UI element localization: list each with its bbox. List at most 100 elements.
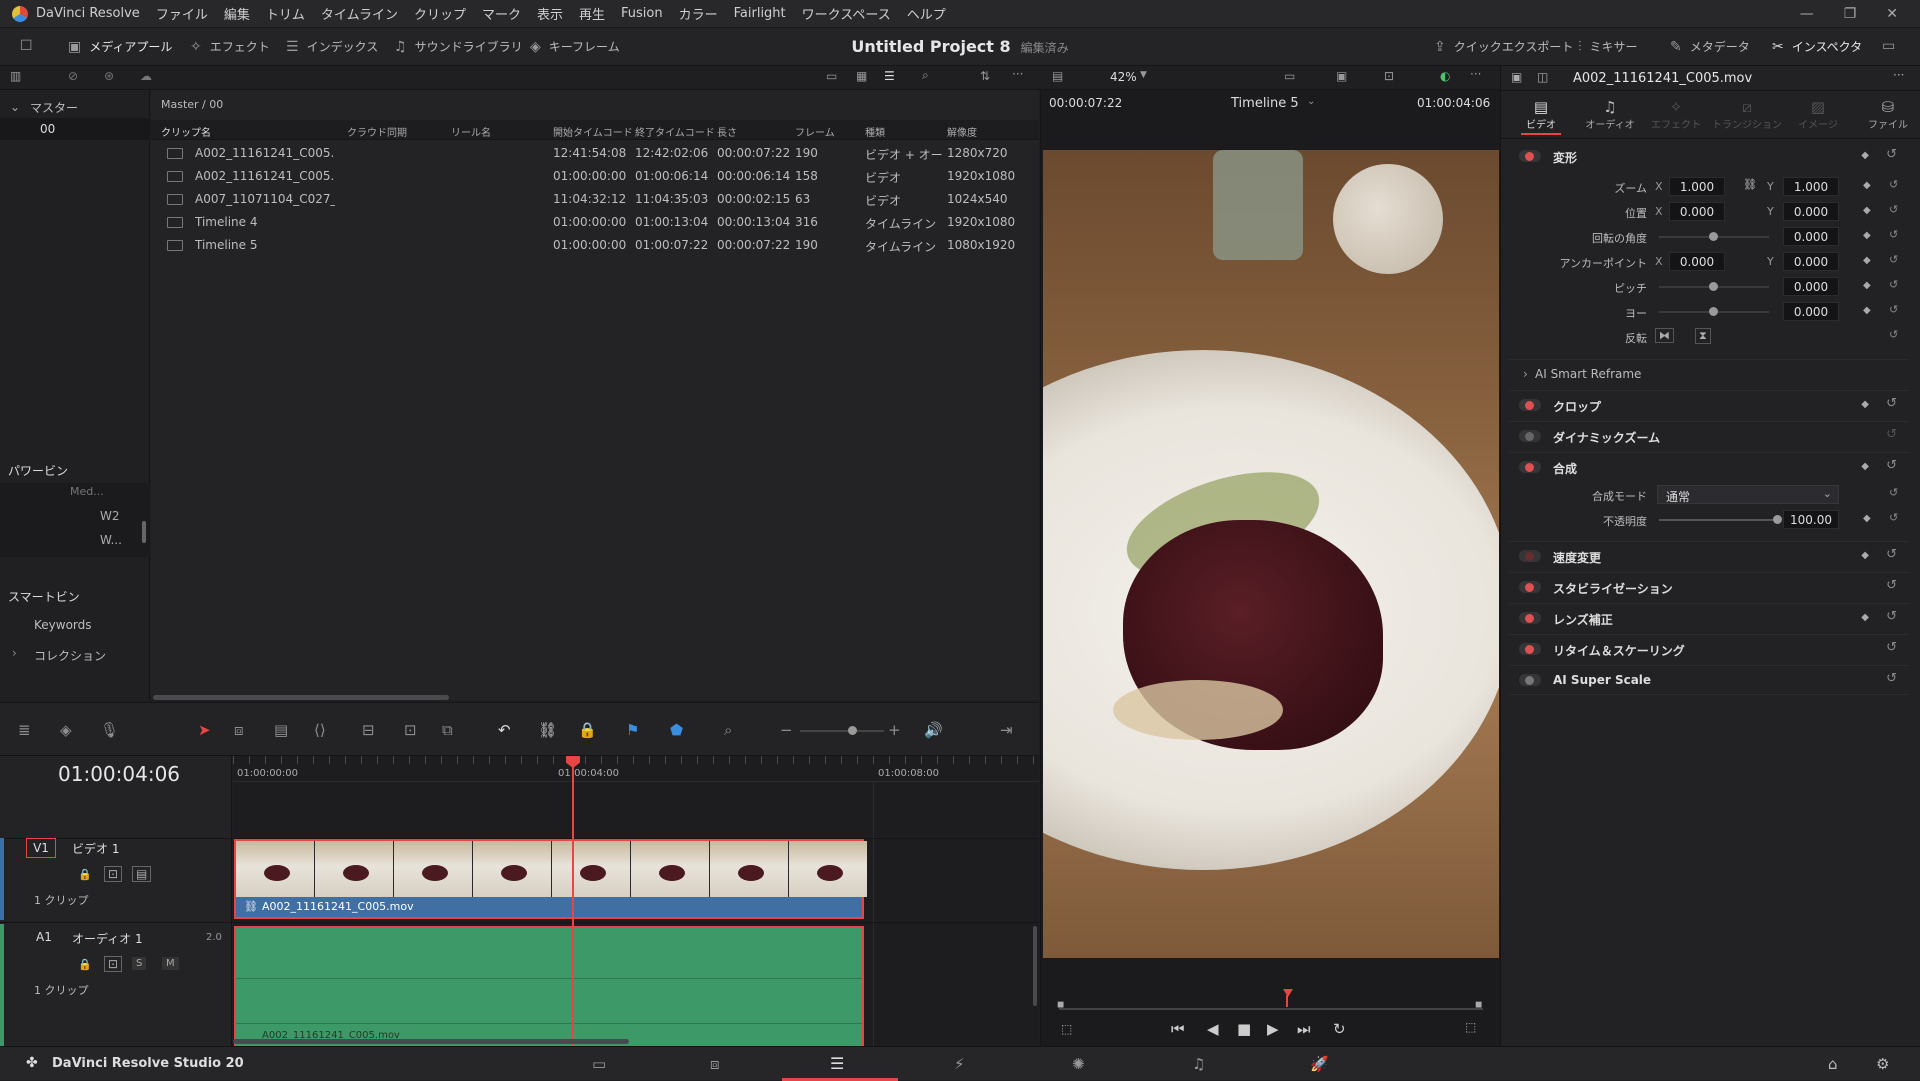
retime-scaling-section[interactable]: リタイム＆スケーリング ↺ [1509,634,1909,664]
crop-section[interactable]: クロップ ◆ ↺ [1509,390,1909,420]
auto-select-icon[interactable]: ⊡ [104,956,123,972]
ai-smart-reframe-section[interactable]: › AI Smart Reframe [1509,359,1909,389]
speed-change-section[interactable]: 速度変更 ◆ ↺ [1509,541,1909,571]
master-bin[interactable]: マスター [30,99,78,116]
keyframe-icon[interactable]: ◆ [1861,150,1869,161]
stabilization-section[interactable]: スタビライゼーション ↺ [1509,572,1909,602]
menu-fusion[interactable]: Fusion [613,6,671,21]
column-header[interactable]: 解像度 [947,124,977,139]
anchor-y-field[interactable]: 0.000 [1783,252,1839,271]
timeline-timecode[interactable]: 01:00:04:06 [58,762,180,786]
position-x-field[interactable]: 0.000 [1669,202,1725,221]
viewer-options-icon[interactable]: ⬚ [1061,1022,1072,1036]
column-header[interactable]: 開始タイムコード [553,124,633,139]
reset-icon[interactable]: ↺ [1886,458,1897,473]
play-icon[interactable]: ▶ [1267,1020,1279,1038]
reset-icon[interactable]: ↺ [1889,278,1898,291]
selection-tool-icon[interactable]: ➤ [198,721,211,739]
reset-icon[interactable]: ↺ [1886,671,1897,686]
skip-to-start-icon[interactable]: ⏮ [1171,1020,1185,1038]
video-frame[interactable] [1043,150,1499,958]
flip-horizontal-icon[interactable]: ⧓ [1655,328,1674,343]
zoom-y-field[interactable]: 1.000 [1783,177,1839,196]
reset-icon[interactable]: ↺ [1886,640,1897,655]
yaw-field[interactable]: 0.000 [1783,302,1839,321]
column-header[interactable]: クリップ名 [161,124,211,139]
menu-file[interactable]: ファイル [148,4,216,23]
vertical-scrollbar[interactable] [1033,926,1037,1006]
aspect-icon[interactable]: ▭ [1284,69,1295,83]
ai-super-scale-section[interactable]: AI Super Scale ↺ [1509,665,1909,695]
column-header[interactable]: クラウド同期 [347,124,407,139]
tab-image[interactable]: ▨ イメージ [1793,98,1843,131]
quick-export-button[interactable]: ⇪ クイックエクスポート [1434,38,1573,55]
overlay-icon[interactable]: ⊡ [1384,69,1394,83]
home-icon[interactable]: ⌂ [1828,1055,1838,1073]
playhead[interactable] [572,756,574,1046]
menu-help[interactable]: ヘルプ [899,4,954,23]
zoom-slider-knob[interactable] [848,726,857,735]
dynamic-zoom-section[interactable]: ダイナミックズーム ↺ [1509,421,1909,451]
marker-icon[interactable]: ⬟ [670,721,683,739]
panel-layout-icon[interactable]: ▥ [10,69,21,83]
thumbnail-view-icon[interactable]: ▭ [826,69,837,83]
output-icon[interactable]: ▣ [1336,69,1347,83]
reset-icon[interactable]: ↺ [1889,253,1898,266]
rotation-field[interactable]: 0.000 [1783,227,1839,246]
trim-tool-icon[interactable]: ⧈ [234,721,244,739]
snapping-icon[interactable]: ↶ [498,721,511,739]
power-bin-item[interactable]: W... [100,533,122,547]
flip-vertical-icon[interactable]: ⧗ [1695,328,1711,344]
edit-page-tab[interactable]: ☰ [782,1047,898,1081]
grid-view-icon[interactable]: ▦ [856,69,867,83]
transform-section[interactable]: 変形 ◆ ↺ [1509,142,1909,172]
stop-icon[interactable]: ■ [1237,1020,1251,1038]
tab-audio[interactable]: ♫ オーディオ [1585,98,1635,131]
viewer-playhead-icon[interactable] [1283,989,1293,997]
settings-gear-icon[interactable]: ⚙ [1876,1055,1889,1073]
reset-icon[interactable]: ↺ [1889,303,1898,316]
viewer-mode-icon[interactable]: ▤ [1052,69,1063,83]
tab-transition[interactable]: ⧄ トランジション [1711,98,1783,131]
snap-icon[interactable]: ◈ [60,721,72,739]
reset-icon[interactable]: ↺ [1889,328,1898,341]
position-y-field[interactable]: 0.000 [1783,202,1839,221]
tab-file[interactable]: ⛁ ファイル [1863,98,1913,131]
solo-button[interactable]: S [132,957,147,970]
power-bin-item[interactable]: W2 [100,509,120,523]
audio-track-name[interactable]: オーディオ 1 [72,930,143,947]
restore-icon[interactable]: ❐ [1844,6,1857,22]
mixer-button[interactable]: ⫶ ミキサー [1578,38,1638,55]
menu-timeline[interactable]: タイムライン [313,4,406,23]
insert-clip-icon[interactable]: ⊟ [362,721,375,739]
blade-tool-icon[interactable]: ⟨⟩ [314,721,326,739]
deliver-page-icon[interactable]: 🚀 [1310,1055,1329,1073]
inspector-layout-icon[interactable]: ▣ [1511,70,1522,84]
track-destination-v1[interactable]: V1 [26,838,56,858]
menu-trim[interactable]: トリム [258,4,313,23]
menu-mark[interactable]: マーク [474,4,529,23]
close-icon[interactable]: ✕ [1886,6,1898,22]
smart-bin-collections[interactable]: コレクション [34,647,106,664]
keyframe-icon[interactable]: ◆ [1863,255,1871,266]
dynamic-trim-icon[interactable]: ▤ [274,721,288,739]
reset-icon[interactable]: ↺ [1889,178,1898,191]
replace-clip-icon[interactable]: ⧉ [442,721,453,739]
column-header[interactable]: 長さ [717,124,737,139]
out-point-icon[interactable]: ◼ [1475,1000,1482,1010]
media-row[interactable]: Timeline 4 01:00:00:00 01:00:13:04 00:00:13… [151,211,1039,234]
zoom-slider[interactable] [800,730,884,732]
keyframe-icon[interactable]: ◆ [1863,513,1871,524]
tab-video[interactable]: ▤ ビデオ [1521,98,1561,135]
column-header[interactable]: リール名 [451,124,491,139]
cloud-icon[interactable]: ☁ [140,69,152,83]
fairlight-page-icon[interactable]: ♫ [1192,1055,1205,1073]
menu-clip[interactable]: クリップ [406,4,474,23]
anchor-x-field[interactable]: 0.000 [1669,252,1725,271]
keyframe-icon[interactable]: ◆ [1863,305,1871,316]
lens-correction-section[interactable]: レンズ補正 ◆ ↺ [1509,603,1909,633]
media-row[interactable]: A002_11161241_C005.mo... 01:00:00:00 01:00… [151,165,1039,188]
timeline-ruler[interactable]: 01:00:00:00 01:00:04:00 01:00:08:00 [233,756,1039,782]
slider-knob[interactable] [1709,307,1718,316]
keyframe-icon[interactable]: ◆ [1863,230,1871,241]
